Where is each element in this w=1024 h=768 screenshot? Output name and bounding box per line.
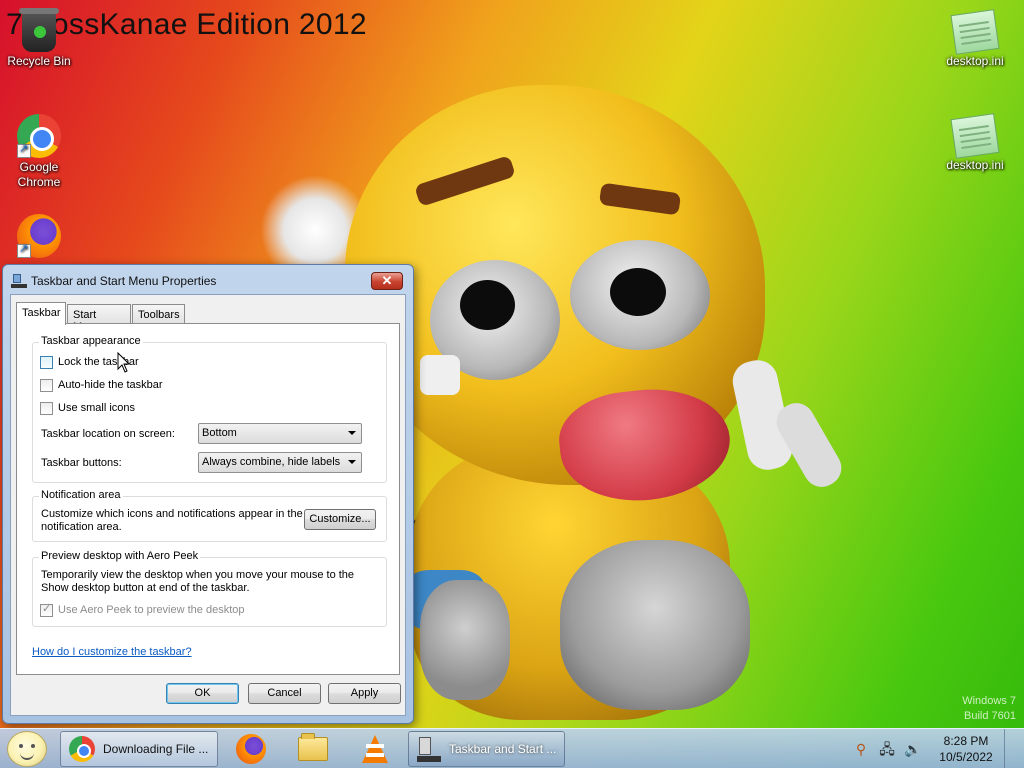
taskbar-properties-dialog: Taskbar and Start Menu Properties ✕ Task… xyxy=(2,264,414,724)
volume-icon[interactable]: 🔊 xyxy=(904,740,922,758)
wallpaper-pupil xyxy=(460,280,515,330)
select-value: Bottom xyxy=(202,427,237,439)
start-button[interactable] xyxy=(7,731,47,767)
auto-hide-checkbox[interactable] xyxy=(40,378,53,392)
taskbar-properties-icon xyxy=(11,274,27,288)
desktop-icon-desktop-ini[interactable]: desktop.ini xyxy=(938,112,1012,173)
tab-toolbars[interactable]: Toolbars xyxy=(132,304,185,324)
taskbar-location-select[interactable]: Bottom xyxy=(198,423,362,444)
group-notification-area: Notification area Customize which icons … xyxy=(32,489,387,542)
customize-button[interactable]: Customize... xyxy=(304,509,376,530)
apply-button[interactable]: Apply xyxy=(328,683,401,704)
taskbar-properties-icon xyxy=(417,736,441,762)
tab-taskbar[interactable]: Taskbar xyxy=(16,302,66,325)
tab-start-menu[interactable]: Start Menu xyxy=(67,304,131,333)
desktop-icon-google-chrome[interactable]: Google Chrome xyxy=(2,114,76,190)
aero-peek-checkbox xyxy=(40,602,53,617)
desktop-icon-label: Recycle Bin xyxy=(7,54,71,68)
ok-button[interactable]: OK xyxy=(166,683,239,704)
shortcut-arrow-icon xyxy=(17,242,31,258)
taskbar-pinned-explorer[interactable] xyxy=(284,731,342,767)
small-icons-option[interactable]: Use small icons xyxy=(40,400,135,416)
checkbox-label: Use small icons xyxy=(58,402,136,414)
wallpaper-shoe xyxy=(560,540,750,710)
location-label: Taskbar location on screen: xyxy=(41,428,175,440)
checkbox-label: Auto-hide the taskbar xyxy=(58,379,163,391)
shortcut-arrow-icon xyxy=(17,142,31,158)
help-link[interactable]: How do I customize the taskbar? xyxy=(32,646,192,658)
dialog-title: Taskbar and Start Menu Properties xyxy=(31,274,217,288)
desktop-icon-desktop-ini[interactable]: desktop.ini xyxy=(938,8,1012,69)
taskbar-button-chrome[interactable]: Downloading File ... xyxy=(60,731,218,767)
desktop-icon-firefox[interactable] xyxy=(2,214,76,260)
taskbar-pinned-vlc[interactable] xyxy=(346,731,404,767)
cancel-button[interactable]: Cancel xyxy=(248,683,321,704)
group-aero-peek: Preview desktop with Aero Peek Temporari… xyxy=(32,550,387,627)
network-icon[interactable]: 🖧 xyxy=(878,740,896,758)
desktop-icon-label: Google Chrome xyxy=(17,160,61,189)
dialog-titlebar[interactable]: Taskbar and Start Menu Properties ✕ xyxy=(3,265,413,295)
system-tray: ⚲ 🖧 🔊 8:28 PM 10/5/2022 xyxy=(852,729,1018,768)
desktop-icon-label: desktop.ini xyxy=(946,54,1004,68)
select-value: Always combine, hide labels xyxy=(202,456,341,468)
firefox-icon xyxy=(17,214,61,258)
tab-panel-taskbar: Taskbar appearance Lock the taskbar Auto… xyxy=(16,323,400,675)
clock[interactable]: 8:28 PM 10/5/2022 xyxy=(934,733,998,765)
watermark-os: Windows 7 xyxy=(962,695,1016,707)
desktop-icon-label: desktop.ini xyxy=(946,158,1004,172)
folder-icon xyxy=(298,733,328,761)
chrome-icon xyxy=(17,114,61,158)
group-title: Notification area xyxy=(39,489,123,501)
auto-hide-option[interactable]: Auto-hide the taskbar xyxy=(40,377,163,393)
vlc-icon xyxy=(362,735,388,763)
windows-build-watermark: Windows 7 Build 7601 xyxy=(962,694,1016,724)
aero-peek-description: Temporarily view the desktop when you mo… xyxy=(41,569,355,594)
clock-date: 10/5/2022 xyxy=(939,750,993,764)
notification-description: Customize which icons and notifications … xyxy=(41,508,303,533)
group-title: Preview desktop with Aero Peek xyxy=(39,550,201,562)
taskbar: Downloading File ... Taskbar and Start .… xyxy=(0,728,1024,768)
taskbar-pinned-firefox[interactable] xyxy=(222,731,280,767)
chevron-down-icon xyxy=(348,431,356,435)
wallpaper-teeth xyxy=(420,355,460,395)
search-icon[interactable]: ⚲ xyxy=(852,740,870,758)
wallpaper-pupil xyxy=(610,268,666,316)
close-button[interactable]: ✕ xyxy=(371,272,403,290)
desktop-icon-recycle-bin[interactable]: Recycle Bin xyxy=(2,6,76,69)
small-icons-checkbox[interactable] xyxy=(40,401,53,415)
aero-peek-option: Use Aero Peek to preview the desktop xyxy=(40,602,245,618)
group-title: Taskbar appearance xyxy=(39,335,143,347)
recycle-bin-icon xyxy=(19,8,59,52)
dialog-client: Taskbar Start Menu Toolbars Taskbar appe… xyxy=(10,294,406,716)
watermark-build: Build 7601 xyxy=(964,710,1016,722)
lock-taskbar-checkbox[interactable] xyxy=(40,355,53,369)
ini-file-icon xyxy=(950,9,1000,55)
show-desktop-button[interactable] xyxy=(1004,729,1018,768)
wallpaper-shoe xyxy=(420,580,510,700)
chevron-down-icon xyxy=(348,460,356,464)
ini-file-icon xyxy=(950,113,1000,159)
group-taskbar-appearance: Taskbar appearance Lock the taskbar Auto… xyxy=(32,335,387,483)
taskbar-button-properties[interactable]: Taskbar and Start ... xyxy=(408,731,565,767)
taskbar-button-label: Downloading File ... xyxy=(103,742,209,756)
taskbar-buttons-select[interactable]: Always combine, hide labels xyxy=(198,452,362,473)
chrome-icon xyxy=(69,736,95,762)
firefox-icon xyxy=(236,734,266,764)
checkbox-label: Use Aero Peek to preview the desktop xyxy=(58,604,245,616)
close-icon: ✕ xyxy=(381,273,393,288)
clock-time: 8:28 PM xyxy=(943,734,989,748)
taskbar-button-label: Taskbar and Start ... xyxy=(449,742,557,756)
buttons-label: Taskbar buttons: xyxy=(41,457,122,469)
